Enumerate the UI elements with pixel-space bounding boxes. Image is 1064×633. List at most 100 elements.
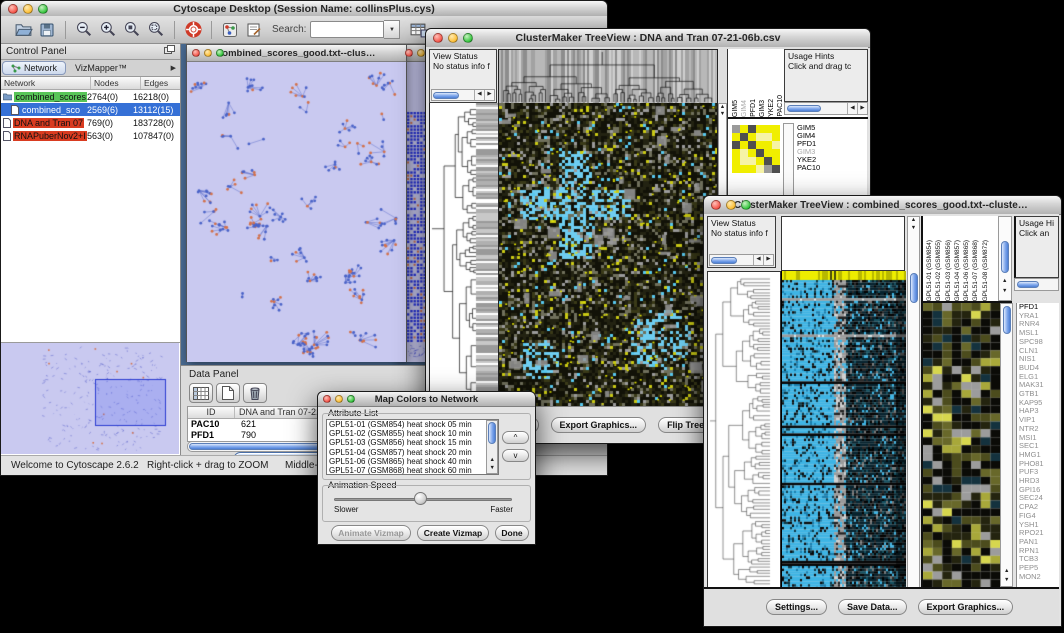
treeview1-titlebar[interactable]: ClusterMaker TreeView : DNA and Tran 07-… xyxy=(426,29,870,48)
minimize-button[interactable] xyxy=(204,49,212,57)
heatmap-vscrollbar-tv2[interactable]: ▲ ▼ xyxy=(907,216,920,589)
attribute-list-item[interactable]: GPL51-03 (GSM856) heat shock 15 min xyxy=(327,438,498,447)
zoom-fit-icon[interactable] xyxy=(120,18,144,42)
zoom-out-icon[interactable] xyxy=(72,18,96,42)
close-button[interactable] xyxy=(8,4,18,14)
scroll-up-icon[interactable]: ▲ xyxy=(719,104,726,111)
column-label[interactable]: GIM4 xyxy=(740,100,749,117)
attribute-list-item[interactable]: GPL51-01 (GSM854) heat shock 05 min xyxy=(327,420,498,429)
attribute-list-item[interactable]: GPL51-06 (GSM865) heat shock 40 min xyxy=(327,457,498,466)
network-row-dna-tran[interactable]: DNA and Tran 07 769(0) 183728(0) xyxy=(1,116,180,129)
close-button[interactable] xyxy=(192,49,200,57)
close-button[interactable] xyxy=(405,49,413,57)
column-label[interactable]: GPL51-04 (GSM857) xyxy=(953,240,962,301)
attribute-list-item[interactable]: GPL51-07 (GSM868) heat shock 60 min xyxy=(327,466,498,475)
row-dendrogram-tv2[interactable] xyxy=(707,271,781,591)
zoom-window-button[interactable] xyxy=(347,395,355,403)
close-button[interactable] xyxy=(711,200,721,210)
dialog-titlebar[interactable]: Map Colors to Network xyxy=(318,392,535,407)
zoom-window-button[interactable] xyxy=(741,200,751,210)
attribute-list-item[interactable]: GPL51-04 (GSM857) heat shock 20 min xyxy=(327,448,498,457)
footer-button[interactable]: Export Graphics... xyxy=(918,599,1014,615)
column-header-edges[interactable]: Edges xyxy=(141,77,180,89)
column-dendrogram-tv2[interactable] xyxy=(781,216,905,271)
close-button[interactable] xyxy=(323,395,331,403)
view-status-hscrollbar-tv2[interactable]: ◀ ▶ xyxy=(709,254,774,266)
network-view-canvas[interactable] xyxy=(187,62,406,362)
scroll-left-icon[interactable]: ◀ xyxy=(754,255,763,265)
heatmap-tv2[interactable] xyxy=(781,271,906,589)
delete-attribute-button[interactable] xyxy=(243,383,267,403)
float-panel-icon[interactable] xyxy=(164,45,175,58)
scroll-down-icon[interactable]: ▼ xyxy=(908,225,919,233)
gene-label[interactable]: MON2 xyxy=(1019,573,1059,582)
column-label[interactable]: GIM5 xyxy=(731,100,740,117)
move-down-button[interactable]: v xyxy=(502,449,529,462)
move-up-button[interactable]: ^ xyxy=(502,431,529,444)
network-overview-canvas[interactable] xyxy=(1,343,179,454)
close-button[interactable] xyxy=(433,33,443,43)
attribute-list-item[interactable]: GPL51-02 (GSM855) heat shock 10 min xyxy=(327,429,498,438)
scroll-up-icon[interactable]: ▲ xyxy=(490,458,495,464)
search-dropdown-button[interactable]: ▼ xyxy=(384,20,400,39)
column-label[interactable]: GPL51-01 (GSM854) xyxy=(925,240,934,301)
scroll-right-icon[interactable]: ▶ xyxy=(763,255,773,265)
scroll-down-icon[interactable]: ▼ xyxy=(490,466,495,472)
network-row-combined-scores-child[interactable]: combined_sco 2569(6) 13112(15) xyxy=(1,103,180,116)
network-overview-panel[interactable] xyxy=(1,342,180,455)
zoom-window-button[interactable] xyxy=(216,49,224,57)
scroll-right-icon[interactable]: ▶ xyxy=(857,103,867,114)
animate-vizmap-button[interactable]: Animate Vizmap xyxy=(331,525,411,541)
annotation-icon[interactable] xyxy=(242,18,266,42)
scroll-right-icon[interactable]: ▶ xyxy=(484,90,494,100)
footer-button[interactable]: Settings... xyxy=(766,599,827,615)
column-header-network[interactable]: Network xyxy=(1,77,91,89)
network-row-combined-scores[interactable]: combined_scores 2764(0) 16218(0) xyxy=(1,90,180,103)
zoom-window-button[interactable] xyxy=(463,33,473,43)
tab-vizmapper[interactable]: VizMapper™ xyxy=(67,60,135,76)
minimize-button[interactable] xyxy=(448,33,458,43)
zoom-matrix-tv1[interactable] xyxy=(732,125,780,173)
tab-overflow-arrow[interactable]: ▶ xyxy=(171,60,180,76)
column-label[interactable]: PFD1 xyxy=(749,99,758,117)
scroll-down-icon[interactable]: ▼ xyxy=(719,111,726,118)
gene-list-vscrollbar[interactable]: ▲ ▼ xyxy=(1000,303,1013,587)
open-session-icon[interactable] xyxy=(11,18,35,42)
network-row-rnapuber[interactable]: RNAPuberNov2+I 563(0) 107847(0) xyxy=(1,129,180,142)
attribute-list-vscrollbar[interactable]: ▲ ▼ xyxy=(486,420,498,474)
column-dendrogram-tv1[interactable] xyxy=(498,49,718,105)
column-header-nodes[interactable]: Nodes xyxy=(91,77,141,89)
create-vizmap-button[interactable]: Create Vizmap xyxy=(417,525,489,541)
column-label[interactable]: GPL51-03 (GSM856) xyxy=(944,240,953,301)
search-input[interactable] xyxy=(310,21,384,38)
heatmap-tv1[interactable] xyxy=(498,103,718,408)
zoom-heatmap-tv2[interactable] xyxy=(921,303,1000,587)
minimize-button[interactable] xyxy=(417,49,425,57)
column-label[interactable]: GPL51-08 (GSM872) xyxy=(981,240,990,301)
view-status-hscrollbar[interactable]: ◀ ▶ xyxy=(431,89,495,101)
data-column-id[interactable]: ID xyxy=(188,407,235,418)
scroll-up-icon[interactable]: ▲ xyxy=(1004,569,1009,575)
minimize-button[interactable] xyxy=(335,395,343,403)
tab-network[interactable]: Network xyxy=(2,61,66,75)
done-button[interactable]: Done xyxy=(495,525,529,541)
minimize-button[interactable] xyxy=(23,4,33,14)
column-label[interactable]: GIM3 xyxy=(758,100,767,117)
row-dendrogram-tv1[interactable] xyxy=(429,103,499,408)
row-label[interactable]: PAC10 xyxy=(797,164,820,172)
zoom-selected-icon[interactable] xyxy=(144,18,168,42)
column-labels-vscrollbar[interactable]: ▲ ▼ xyxy=(998,216,1012,301)
help-lifesaver-icon[interactable] xyxy=(181,18,205,42)
usage-hints-hscrollbar-tv1[interactable]: ◀ ▶ xyxy=(784,102,868,115)
scroll-up-icon[interactable]: ▲ xyxy=(1002,279,1007,285)
scroll-left-icon[interactable]: ◀ xyxy=(475,90,484,100)
column-label[interactable]: GPL51-07 (GSM868) xyxy=(971,240,980,301)
column-label[interactable]: GPL51-02 (GSM855) xyxy=(934,240,943,301)
attribute-select-button[interactable] xyxy=(189,383,213,403)
scroll-left-icon[interactable]: ◀ xyxy=(848,103,857,114)
zoom-in-icon[interactable] xyxy=(96,18,120,42)
vizmapper-icon[interactable] xyxy=(218,18,242,42)
animation-speed-slider-thumb[interactable] xyxy=(414,492,427,505)
column-label[interactable]: YKE2 xyxy=(767,99,776,117)
scroll-up-icon[interactable]: ▲ xyxy=(908,217,919,225)
